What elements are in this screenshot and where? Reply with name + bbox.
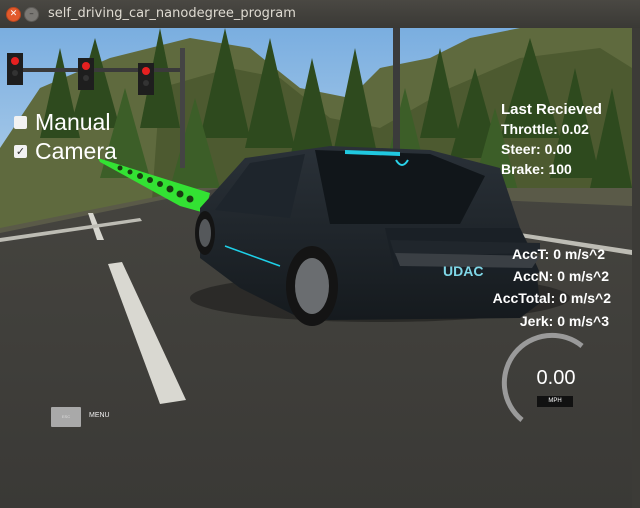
camera-toggle[interactable]: ✓ Camera: [14, 138, 117, 165]
manual-toggle[interactable]: Manual: [14, 109, 110, 136]
acctotal-readout: AccTotal: 0 m/s^2: [492, 290, 611, 306]
manual-checkbox[interactable]: [14, 116, 27, 129]
minimize-window-button[interactable]: –: [24, 7, 39, 22]
car-brand-text: UDAC: [443, 263, 483, 279]
close-window-button[interactable]: ✕: [6, 7, 21, 22]
speed-value: 0.00: [536, 367, 576, 389]
steer-readout: Steer: 0.00: [501, 141, 572, 157]
jerk-readout: Jerk: 0 m/s^3: [519, 313, 609, 329]
title-bar: ✕ – self_driving_car_nanodegree_program: [0, 0, 640, 29]
telemetry-header: Last Recieved: [501, 101, 602, 118]
window-title: self_driving_car_nanodegree_program: [48, 6, 296, 21]
camera-toggle-label: Camera: [35, 138, 117, 164]
manual-toggle-label: Manual: [35, 109, 111, 135]
acct-readout: AccT: 0 m/s^2: [512, 246, 605, 262]
simulator-window: ✕ – self_driving_car_nanodegree_program: [0, 0, 640, 508]
speed-unit: MPH: [537, 396, 573, 407]
camera-checkbox[interactable]: ✓: [14, 145, 27, 158]
brake-readout: Brake: 100: [501, 161, 572, 177]
throttle-readout: Throttle: 0.02: [501, 121, 589, 137]
esc-menu-button[interactable]: ESC: [51, 407, 81, 427]
menu-label[interactable]: MENU: [89, 412, 110, 419]
accn-readout: AccN: 0 m/s^2: [512, 268, 609, 284]
window-edge: [632, 28, 640, 508]
